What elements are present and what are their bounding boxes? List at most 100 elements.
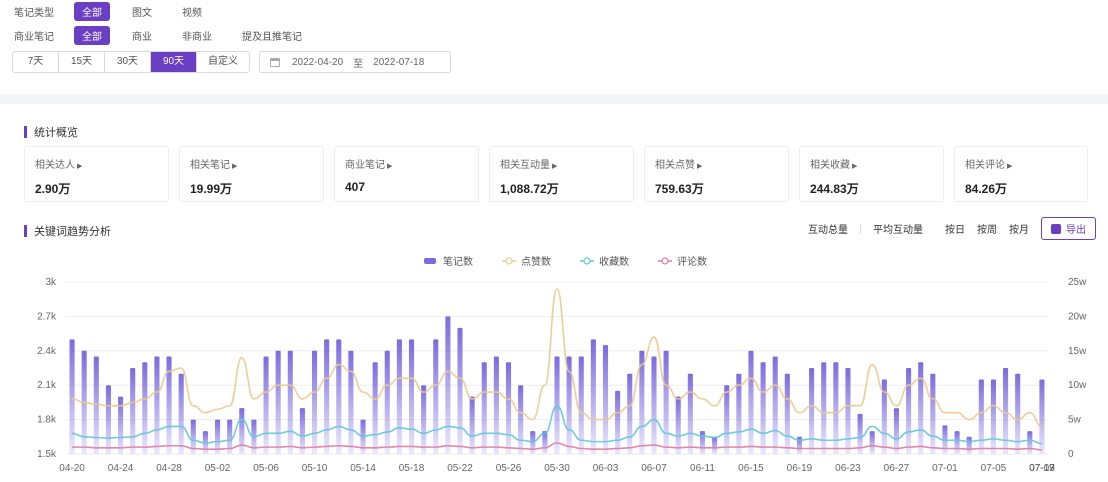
bar (615, 390, 621, 454)
x-tick-label: 06-27 (884, 463, 910, 474)
bar (966, 436, 972, 454)
granularity-month[interactable]: 按月 (1009, 221, 1029, 236)
x-tick-label: 06-03 (593, 463, 619, 474)
card-value: 2.90万 (35, 182, 71, 196)
bar (372, 362, 378, 454)
bar (263, 356, 269, 454)
legend-label: 点赞数 (521, 255, 551, 268)
export-label: 导出 (1066, 225, 1086, 236)
overview-title: 统计概览 (24, 124, 78, 140)
granularity-day[interactable]: 按日 (945, 221, 965, 236)
metric-avg-interactions[interactable]: 平均互动量 (873, 221, 923, 236)
card-notes[interactable]: 相关笔记 ▶ 19.99万 (179, 146, 324, 202)
bar (772, 356, 778, 454)
bar (445, 316, 451, 454)
granularity-week[interactable]: 按周 (977, 221, 997, 236)
bar (105, 385, 111, 454)
caret-right-icon: ▶ (77, 163, 83, 170)
card-comments[interactable]: 相关评论 ▶ 84.26万 (954, 146, 1088, 202)
legend-marker (661, 257, 669, 265)
period-30d[interactable]: 30天 (105, 52, 151, 72)
card-value: 407 (345, 180, 366, 194)
x-axis: 04-20 04-24 04-28 05-02 05-06 05-10 05-14 05-18… (59, 463, 1055, 474)
divider (860, 223, 861, 234)
card-interactions[interactable]: 相关互动量 ▶ 1,088.72万 (489, 146, 634, 202)
period-7d[interactable]: 7天 (13, 52, 59, 72)
bar (530, 431, 536, 454)
x-tick-label: 07-05 (981, 463, 1007, 474)
card-value: 1,088.72万 (500, 182, 559, 196)
business-option-commercial[interactable]: 商业 (124, 26, 160, 45)
card-likes[interactable]: 相关点赞 ▶ 759.63万 (644, 146, 789, 202)
date-separator: 至 (353, 58, 364, 70)
card-collects[interactable]: 相关收藏 ▶ 244.83万 (799, 146, 944, 202)
bar (275, 350, 281, 454)
chart-legend: 笔记数 点赞数 收藏数 评论数 (424, 255, 707, 268)
note-type-option-all[interactable]: 全部 (74, 2, 110, 21)
bar (493, 356, 499, 454)
card-label: 相关互动量 (500, 160, 550, 171)
x-tick-label: 05-10 (302, 463, 328, 474)
bar (142, 362, 148, 454)
card-label: 相关笔记 (190, 160, 230, 171)
metric-total-interactions[interactable]: 互动总量 (808, 221, 848, 236)
legend-label: 收藏数 (599, 255, 629, 268)
main-panel: 统计概览 相关达人 ▶ 2.90万 相关笔记 ▶ 19.99万 商业笔记 ▶ 407 相关互… (0, 104, 1108, 482)
y-right-tick-label: 5w (1068, 415, 1082, 426)
bar (384, 350, 390, 454)
bar (1027, 431, 1033, 454)
x-tick-label: 06-23 (835, 463, 861, 474)
legend-label: 笔记数 (443, 255, 473, 268)
bar (336, 339, 342, 454)
legend-marker (583, 257, 591, 265)
card-label: 相关收藏 (810, 160, 850, 171)
legend-marker (505, 257, 513, 265)
y-axis-left: 1.5k 1.8k 2.1k 2.4k 2.7k 3k (37, 277, 57, 460)
card-value: 19.99万 (190, 182, 233, 196)
date-end: 2022-07-18 (373, 56, 425, 68)
bar (712, 436, 718, 454)
date-start: 2022-04-20 (292, 56, 344, 68)
bar (505, 362, 512, 454)
note-type-option-video[interactable]: 视频 (174, 2, 210, 21)
title-accent-bar (24, 126, 27, 138)
bar (408, 339, 415, 454)
business-label: 商业笔记 (14, 32, 54, 43)
card-business-notes[interactable]: 商业笔记 ▶ 407 (334, 146, 479, 202)
caret-right-icon: ▶ (697, 163, 703, 170)
period-90d[interactable]: 90天 (151, 52, 197, 72)
note-type-label: 笔记类型 (14, 8, 54, 19)
bar (348, 350, 354, 454)
bar (663, 350, 669, 454)
x-tick-label: 05-14 (350, 463, 376, 474)
overview-cards: 相关达人 ▶ 2.90万 相关笔记 ▶ 19.99万 商业笔记 ▶ 407 相关互动量 ▶ 1,… (24, 146, 1088, 202)
y-right-tick-label: 10w (1068, 380, 1087, 391)
y-right-tick-label: 15w (1068, 346, 1087, 357)
overview-title-text: 统计概览 (34, 127, 78, 139)
card-value: 84.26万 (965, 182, 1008, 196)
bar (590, 339, 596, 454)
business-option-noncommercial[interactable]: 非商业 (174, 26, 220, 45)
bar (869, 431, 875, 454)
x-tick-label: 06-19 (787, 463, 813, 474)
x-tick-label: 05-18 (399, 463, 425, 474)
bar (287, 350, 293, 454)
card-label: 相关评论 (965, 160, 1005, 171)
trend-toolbar: 互动总量 平均互动量 按日 按周 按月 导出 (796, 217, 1096, 240)
period-15d[interactable]: 15天 (59, 52, 105, 72)
business-option-mentioned[interactable]: 提及且推笔记 (234, 26, 310, 45)
caret-right-icon: ▶ (387, 163, 393, 170)
bar (518, 385, 524, 454)
y-left-tick-label: 2.4k (37, 346, 57, 357)
business-option-all[interactable]: 全部 (74, 26, 110, 45)
date-range-picker[interactable]: 2022-04-20 至 2022-07-18 (259, 51, 451, 73)
period-custom[interactable]: 自定义 (197, 52, 249, 72)
y-left-tick-label: 2.1k (37, 380, 57, 391)
card-experts[interactable]: 相关达人 ▶ 2.90万 (24, 146, 169, 202)
bar (627, 373, 633, 454)
y-left-tick-label: 2.7k (37, 311, 57, 322)
export-button[interactable]: 导出 (1041, 217, 1096, 240)
filter-panel: 笔记类型 全部 图文 视频 商业笔记 全部 商业 非商业 提及且推笔记 7天 1… (0, 0, 1108, 94)
bar (784, 373, 790, 454)
note-type-option-image[interactable]: 图文 (124, 2, 160, 21)
